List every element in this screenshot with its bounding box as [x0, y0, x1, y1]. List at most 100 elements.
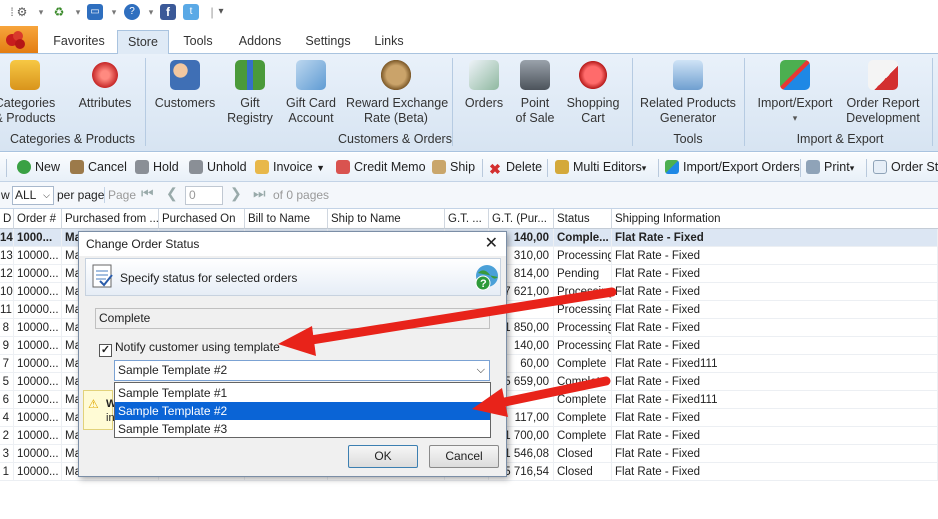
column-header-shipping-info[interactable]: Shipping Information [612, 209, 938, 229]
template-option[interactable]: Sample Template #3 [115, 420, 490, 438]
column-header-ship-to[interactable]: Ship to Name [328, 209, 445, 229]
dropdown-arrow-icon[interactable]: ▾ [70, 4, 86, 20]
help-icon[interactable]: ? [124, 4, 140, 20]
orders-button[interactable]: Orders [460, 60, 508, 111]
notify-customer-checkbox-row[interactable]: ✓ Notify customer using template [99, 340, 280, 357]
group-label-import-export: Import & Export [796, 132, 884, 146]
gift-registry-button[interactable]: Gift Registry [222, 60, 278, 126]
window-icon[interactable]: ▭ [87, 4, 103, 20]
table-cell: 2 [0, 427, 14, 445]
new-button[interactable]: New [17, 160, 60, 174]
related-products-generator-button[interactable]: Related Products Generator [640, 60, 736, 126]
toolbar-separator [800, 159, 801, 177]
customers-icon [170, 60, 200, 90]
table-cell: 6 [0, 391, 14, 409]
refresh-icon[interactable]: ♻ [51, 4, 67, 20]
page-number-input[interactable]: 0 [185, 186, 223, 205]
order-status-button[interactable]: Order Sta [873, 160, 938, 174]
svg-text:?: ? [480, 278, 487, 290]
next-page-icon[interactable]: ❯ [230, 185, 242, 202]
shopping-cart-button[interactable]: Shopping Cart [563, 60, 623, 126]
facebook-icon[interactable]: f [160, 4, 176, 20]
ship-button[interactable]: Ship [432, 160, 475, 174]
gift-card-icon [296, 60, 326, 90]
tab-tools[interactable]: Tools [175, 30, 221, 54]
column-header-purchased-on[interactable]: Purchased On [159, 209, 245, 229]
column-header-purchased-from[interactable]: Purchased from ... [62, 209, 159, 229]
table-cell: Flat Rate - Fixed [612, 445, 938, 463]
table-cell: Flat Rate - Fixed [612, 247, 938, 265]
import-export-icon [665, 160, 679, 174]
print-icon [806, 160, 820, 174]
template-option[interactable]: Sample Template #2 [115, 402, 490, 420]
order-report-development-button[interactable]: Order Report Development [843, 60, 923, 126]
change-order-status-dialog: Change Order Status ✕ Specify status for… [78, 231, 507, 477]
close-icon[interactable]: ✕ [485, 234, 498, 254]
notify-checkbox[interactable]: ✓ [99, 344, 112, 357]
customers-button[interactable]: Customers [152, 60, 218, 111]
dropdown-arrow-icon[interactable]: ▾ [143, 4, 159, 20]
table-cell: Comple... [554, 229, 612, 247]
delete-button[interactable]: ✖ Delete [488, 160, 542, 176]
template-option[interactable]: Sample Template #1 [115, 384, 490, 402]
table-cell: Closed [554, 445, 612, 463]
app-menu-button[interactable] [0, 26, 38, 53]
column-header-gt-base[interactable]: G.T. ... [445, 209, 489, 229]
attributes-button[interactable]: Attributes [74, 60, 136, 111]
unhold-button[interactable]: Unhold [189, 160, 247, 174]
table-cell: 12 [0, 265, 14, 283]
page-size-select[interactable]: ALL ⌵ [12, 186, 54, 205]
table-cell: Flat Rate - Fixed [612, 463, 938, 481]
multi-editors-button[interactable]: Multi Editors▾ [555, 160, 646, 174]
reward-exchange-rate-button[interactable]: Reward Exchange Rate (Beta) [346, 60, 448, 126]
warning-icon: ⚠ [88, 397, 99, 411]
tab-store[interactable]: Store [117, 30, 169, 55]
invoice-button[interactable]: Invoice ▼ [255, 160, 325, 174]
point-of-sale-button[interactable]: Point of Sale [512, 60, 558, 126]
gear-icon[interactable]: ⚙ [14, 4, 30, 20]
column-header-bill-to[interactable]: Bill to Name [245, 209, 328, 229]
dialog-title: Change Order Status [79, 232, 506, 256]
import-export-orders-button[interactable]: Import/Export Orders [665, 160, 800, 174]
chevron-down-icon: ⌵ [476, 364, 485, 376]
template-select[interactable]: Sample Template #2 ⌵ [114, 360, 490, 381]
cancel-order-button[interactable]: Cancel [70, 160, 127, 174]
gift-card-account-button[interactable]: Gift Card Account [283, 60, 339, 126]
first-page-icon[interactable]: ⏮ [141, 185, 154, 202]
ok-button[interactable]: OK [348, 445, 418, 468]
dropdown-arrow-icon[interactable]: ▾ [33, 4, 49, 20]
hold-button[interactable]: Hold [135, 160, 179, 174]
column-header-id[interactable]: D [0, 209, 14, 229]
toolbar-separator [6, 159, 7, 177]
tab-settings[interactable]: Settings [299, 30, 357, 54]
column-header-status[interactable]: Status [554, 209, 612, 229]
print-button[interactable]: Print▾ [806, 160, 854, 174]
column-header-order[interactable]: Order # [14, 209, 62, 229]
cancel-button[interactable]: Cancel [429, 445, 499, 468]
import-export-button[interactable]: Import/Export ▾ [752, 60, 838, 126]
credit-memo-button[interactable]: Credit Memo [336, 160, 426, 174]
tab-links[interactable]: Links [367, 30, 411, 54]
customize-qat-icon[interactable]: ▾ [213, 4, 229, 20]
last-page-icon[interactable]: ⏭ [253, 185, 266, 202]
table-cell: 7 [0, 355, 14, 373]
column-header-gt-purchased[interactable]: G.T. (Pur... [489, 209, 554, 229]
table-cell: Flat Rate - Fixed [612, 373, 938, 391]
tab-addons[interactable]: Addons [232, 30, 288, 54]
dropdown-arrow-icon[interactable]: ▾ [106, 4, 122, 20]
table-cell: 10000... [14, 373, 62, 391]
tab-favorites[interactable]: Favorites [47, 30, 111, 54]
table-cell: Processing [554, 337, 612, 355]
table-cell: 10000... [14, 463, 62, 481]
categories-products-button[interactable]: Categories & Products [0, 60, 56, 126]
table-cell: 10000... [14, 247, 62, 265]
table-cell: 1000... [14, 229, 62, 247]
dropdown-arrow-icon: ▾ [849, 163, 855, 173]
table-cell: 13 [0, 247, 14, 265]
toolbar-separator [866, 159, 867, 177]
unhold-icon [189, 160, 203, 174]
group-label-customers-orders: Customers & Orders [338, 132, 452, 146]
twitter-icon[interactable]: t [183, 4, 199, 20]
status-select[interactable]: Complete [95, 308, 490, 329]
prev-page-icon[interactable]: ❮ [166, 185, 178, 202]
